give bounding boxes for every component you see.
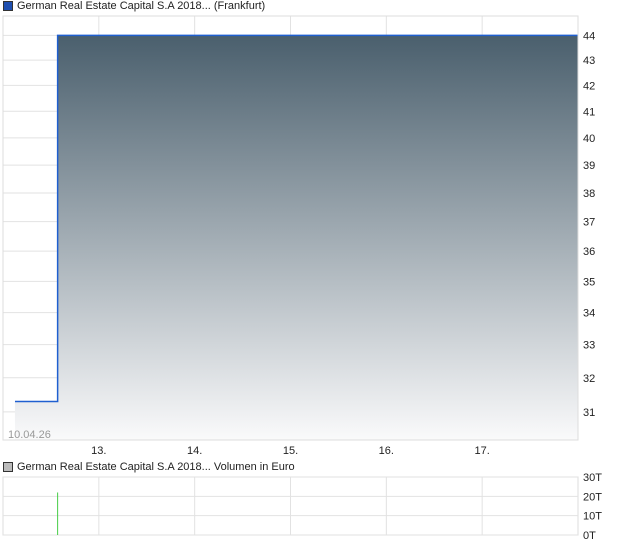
price-y-tick: 40	[583, 133, 595, 145]
price-x-tick: 14.	[187, 445, 202, 457]
price-x-tick: 15.	[283, 445, 298, 457]
price-x-tick: 16.	[379, 445, 394, 457]
price-y-tick: 34	[583, 308, 595, 320]
price-y-tick: 43	[583, 55, 595, 67]
price-y-tick: 38	[583, 188, 595, 200]
volume-y-tick: 10T	[583, 511, 602, 523]
price-y-tick: 32	[583, 373, 595, 385]
volume-y-tick: 0T	[583, 530, 596, 542]
price-y-tick: 31	[583, 407, 595, 419]
price-y-tick: 35	[583, 276, 595, 288]
start-date-label: 10.04.26	[8, 429, 51, 441]
volume-y-tick: 20T	[583, 491, 602, 503]
price-x-tick: 13.	[91, 445, 106, 457]
price-y-tick: 44	[583, 30, 595, 42]
price-y-tick: 33	[583, 340, 595, 352]
price-y-tick: 39	[583, 160, 595, 172]
chart-widget: German Real Estate Capital S.A 2018... (…	[0, 0, 620, 546]
price-y-tick: 42	[583, 80, 595, 92]
price-area-fill	[14, 35, 578, 440]
price-x-tick: 17.	[475, 445, 490, 457]
price-y-tick: 36	[583, 246, 595, 258]
chart-svg: 44 43 42 41 40 39 38 37 36 35 34 33 32 31 13. 14. 15. 16.…	[2, 15, 602, 542]
price-y-tick: 41	[583, 106, 595, 118]
price-y-tick: 37	[583, 217, 595, 229]
volume-y-tick: 30T	[583, 472, 602, 484]
